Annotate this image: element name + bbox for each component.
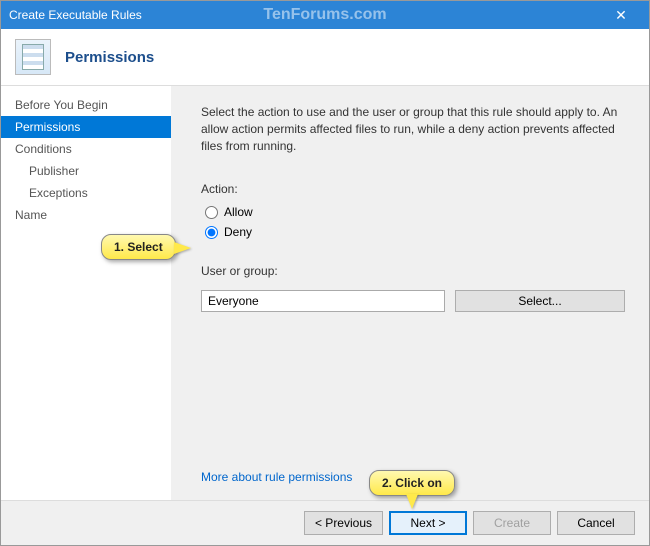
sidebar-item-before-you-begin[interactable]: Before You Begin — [1, 94, 171, 116]
titlebar[interactable]: Create Executable Rules TenForums.com ✕ — [1, 1, 649, 29]
select-user-button[interactable]: Select... — [455, 290, 625, 312]
radio-deny[interactable]: Deny — [205, 225, 625, 239]
next-button[interactable]: Next > — [389, 511, 467, 535]
user-group-field[interactable] — [201, 290, 445, 312]
wizard-footer: < Previous Next > Create Cancel — [1, 500, 649, 545]
cancel-button[interactable]: Cancel — [557, 511, 635, 535]
sidebar-item-conditions[interactable]: Conditions — [1, 138, 171, 160]
radio-allow[interactable]: Allow — [205, 205, 625, 219]
annotation-click-on: 2. Click on — [369, 470, 455, 496]
annotation-select: 1. Select — [101, 234, 176, 260]
watermark: TenForums.com — [263, 6, 386, 24]
wizard-header: Permissions — [1, 29, 649, 86]
sidebar-item-permissions[interactable]: Permissions — [1, 116, 171, 138]
wizard-content: Select the action to use and the user or… — [171, 86, 649, 500]
rule-icon — [15, 39, 51, 75]
instructions-text: Select the action to use and the user or… — [201, 104, 625, 154]
user-group-label: User or group: — [201, 264, 625, 278]
sidebar-item-name[interactable]: Name — [1, 204, 171, 226]
create-button: Create — [473, 511, 551, 535]
close-icon: ✕ — [615, 7, 627, 24]
close-button[interactable]: ✕ — [601, 1, 641, 29]
window-title: Create Executable Rules — [9, 8, 142, 22]
page-title: Permissions — [65, 49, 154, 66]
sidebar-item-exceptions[interactable]: Exceptions — [1, 182, 171, 204]
radio-deny-input[interactable] — [205, 226, 218, 239]
radio-allow-label: Allow — [224, 205, 253, 219]
user-group-row: Select... — [201, 290, 625, 312]
previous-button[interactable]: < Previous — [304, 511, 383, 535]
wizard-steps-sidebar: Before You Begin Permissions Conditions … — [1, 86, 171, 500]
wizard-body: Before You Begin Permissions Conditions … — [1, 86, 649, 500]
action-label: Action: — [201, 182, 625, 196]
radio-allow-input[interactable] — [205, 206, 218, 219]
wizard-window: Create Executable Rules TenForums.com ✕ … — [0, 0, 650, 546]
radio-deny-label: Deny — [224, 225, 252, 239]
sidebar-item-publisher[interactable]: Publisher — [1, 160, 171, 182]
